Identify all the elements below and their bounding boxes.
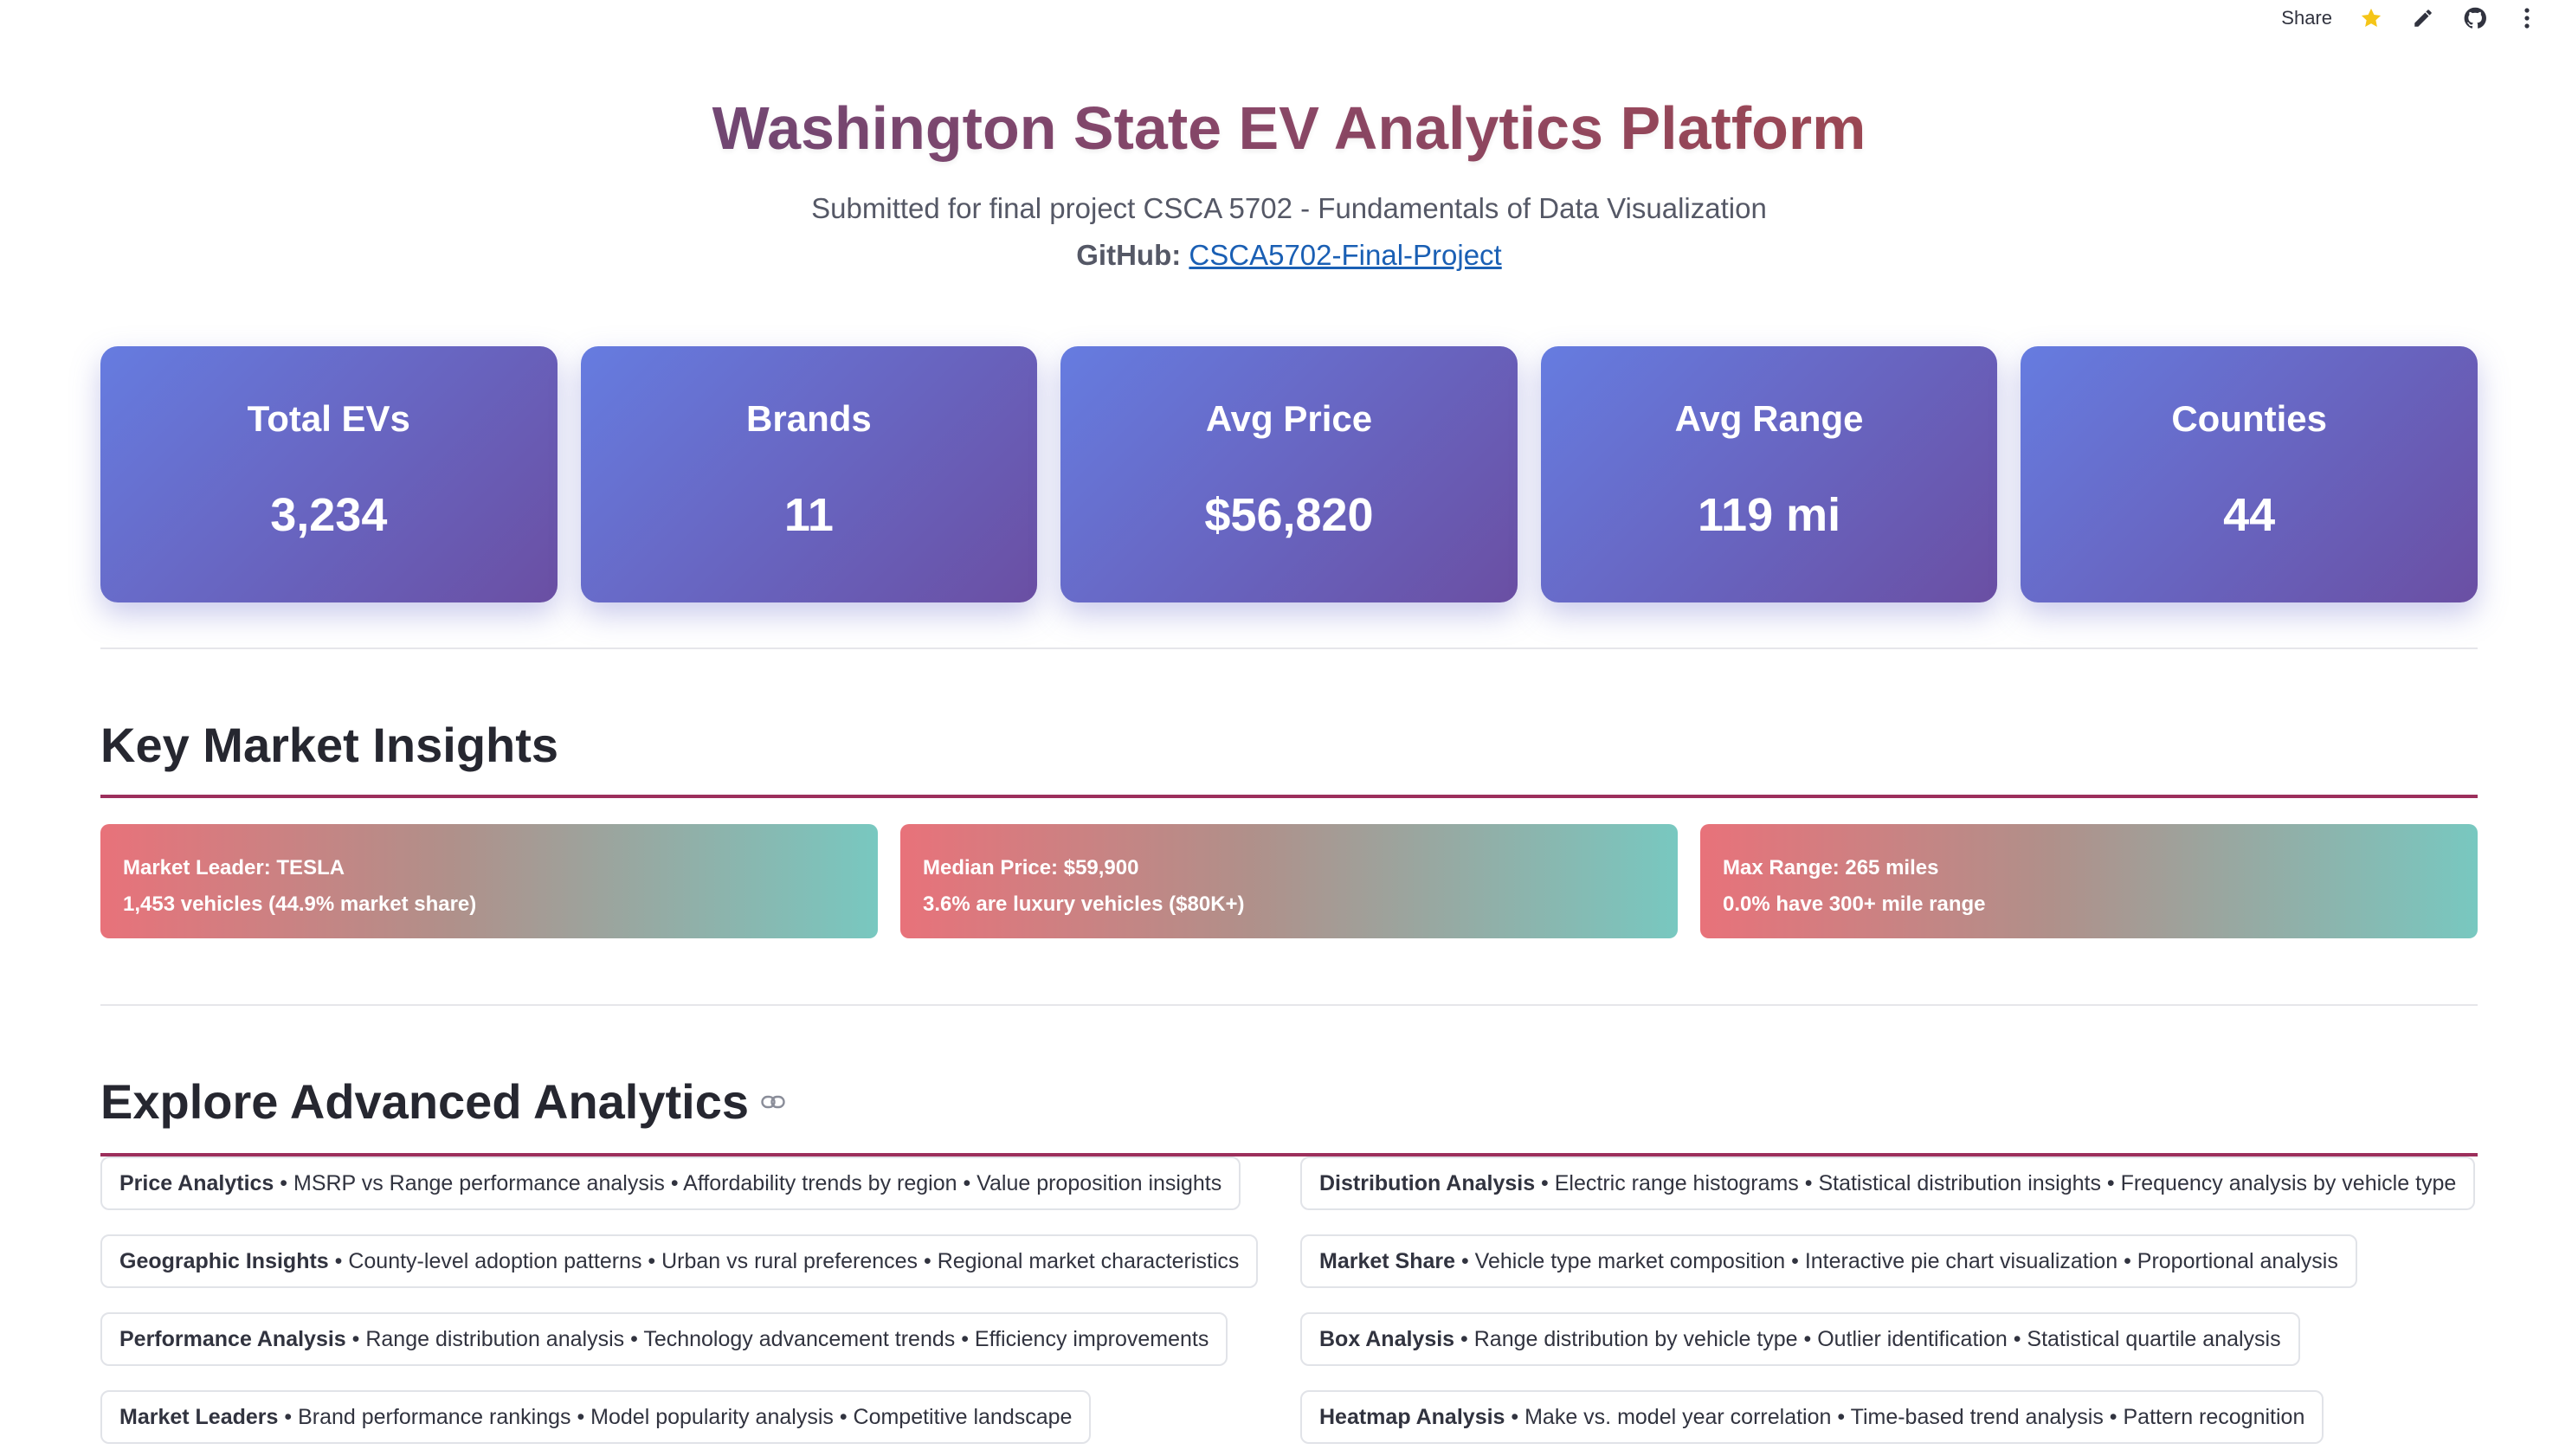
insight-line: Market Leader: TESLA — [123, 856, 345, 879]
explore-column-left: Price Analytics • MSRP vs Range performa… — [100, 1156, 1259, 1444]
page-title: Washington State EV Analytics Platform — [100, 87, 2478, 170]
section-divider — [100, 647, 2478, 649]
share-button[interactable]: Share — [2281, 7, 2332, 29]
metric-value: $56,820 — [1204, 489, 1374, 541]
metric-value: 11 — [783, 489, 834, 541]
metric-card-total-evs: Total EVs 3,234 — [100, 346, 558, 602]
metric-label: Avg Range — [1674, 398, 1864, 439]
explore-item-title: Box Analysis — [1319, 1327, 1455, 1351]
explore-item-title: Market Share — [1319, 1249, 1456, 1273]
insight-card-median-price: Median Price: $59,900 3.6% are luxury ve… — [900, 824, 1678, 938]
explore-item-performance-analysis[interactable]: Performance Analysis • Range distributio… — [100, 1312, 1228, 1366]
explore-item-desc: • County-level adoption patterns • Urban… — [328, 1249, 1240, 1273]
edit-icon[interactable] — [2410, 5, 2436, 31]
insight-line: 3.6% are luxury vehicles ($80K+) — [923, 892, 1245, 916]
insight-line: Median Price: $59,900 — [923, 856, 1139, 879]
star-icon[interactable] — [2358, 5, 2384, 31]
explore-item-heatmap-analysis[interactable]: Heatmap Analysis • Make vs. model year c… — [1300, 1390, 2324, 1444]
github-icon[interactable] — [2462, 5, 2488, 31]
github-label: GitHub: — [1076, 239, 1182, 271]
insight-card-market-leader: Market Leader: TESLA 1,453 vehicles (44.… — [100, 824, 878, 938]
insight-card-max-range: Max Range: 265 miles 0.0% have 300+ mile… — [1700, 824, 2478, 938]
metric-value: 3,234 — [270, 489, 388, 541]
metric-value: 44 — [2223, 489, 2276, 541]
metric-card-counties: Counties 44 — [2021, 346, 2478, 602]
metrics-row: Total EVs 3,234 Brands 11 Avg Price $56,… — [100, 346, 2478, 602]
page-subtitle: Submitted for final project CSCA 5702 - … — [811, 192, 1767, 224]
metric-label: Counties — [2171, 398, 2327, 439]
metric-card-avg-range: Avg Range 119 mi — [1540, 346, 1998, 602]
explore-item-title: Market Leaders — [119, 1405, 279, 1429]
explore-item-desc: • Range distribution analysis • Technolo… — [345, 1327, 1209, 1351]
explore-item-desc: • Vehicle type market composition • Inte… — [1455, 1249, 2338, 1273]
explore-item-geographic-insights[interactable]: Geographic Insights • County-level adopt… — [100, 1234, 1259, 1288]
explore-item-desc: • Make vs. model year correlation • Time… — [1505, 1405, 2305, 1429]
metric-value: 119 mi — [1698, 489, 1841, 541]
insight-line: 1,453 vehicles (44.9% market share) — [123, 892, 477, 916]
explore-item-title: Heatmap Analysis — [1319, 1405, 1505, 1429]
anchor-link-icon[interactable] — [761, 1089, 787, 1115]
section-divider — [100, 1004, 2478, 1006]
insight-line: Max Range: 265 miles — [1723, 856, 1939, 879]
explore-heading: Explore Advanced Analytics — [100, 1072, 787, 1132]
insights-row: Market Leader: TESLA 1,453 vehicles (44.… — [100, 824, 2478, 938]
more-menu-icon[interactable] — [2514, 5, 2540, 31]
insight-line: 0.0% have 300+ mile range — [1723, 892, 1986, 916]
explore-item-desc: • Range distribution by vehicle type • O… — [1454, 1327, 2281, 1351]
explore-item-desc: • Electric range histograms • Statistica… — [1535, 1171, 2457, 1195]
explore-item-market-share[interactable]: Market Share • Vehicle type market compo… — [1300, 1234, 2357, 1288]
explore-item-desc: • Brand performance rankings • Model pop… — [278, 1405, 1073, 1429]
explore-item-price-analytics[interactable]: Price Analytics • MSRP vs Range performa… — [100, 1156, 1241, 1210]
explore-item-title: Price Analytics — [119, 1171, 274, 1195]
insights-rule — [100, 795, 2478, 798]
metric-label: Brands — [746, 398, 872, 439]
insights-heading-text: Key Market Insights — [100, 718, 559, 772]
insights-heading: Key Market Insights — [100, 715, 558, 776]
explore-item-title: Geographic Insights — [119, 1249, 329, 1273]
explore-item-distribution-analysis[interactable]: Distribution Analysis • Electric range h… — [1300, 1156, 2476, 1210]
metric-label: Total EVs — [247, 398, 410, 439]
explore-item-market-leaders[interactable]: Market Leaders • Brand performance ranki… — [100, 1390, 1092, 1444]
explore-heading-text: Explore Advanced Analytics — [100, 1074, 749, 1129]
github-repo-link[interactable]: CSCA5702-Final-Project — [1189, 239, 1501, 271]
metric-card-avg-price: Avg Price $56,820 — [1060, 346, 1518, 602]
explore-item-desc: • MSRP vs Range performance analysis • A… — [274, 1171, 1222, 1195]
explore-item-box-analysis[interactable]: Box Analysis • Range distribution by veh… — [1300, 1312, 2300, 1366]
metric-card-brands: Brands 11 — [580, 346, 1038, 602]
explore-item-title: Performance Analysis — [119, 1327, 346, 1351]
explore-item-title: Distribution Analysis — [1319, 1171, 1536, 1195]
top-toolbar: Share — [2281, 0, 2559, 36]
github-line: GitHub: CSCA5702-Final-Project — [100, 235, 2478, 275]
explore-column-right: Distribution Analysis • Electric range h… — [1300, 1156, 2476, 1444]
metric-label: Avg Price — [1205, 398, 1373, 439]
